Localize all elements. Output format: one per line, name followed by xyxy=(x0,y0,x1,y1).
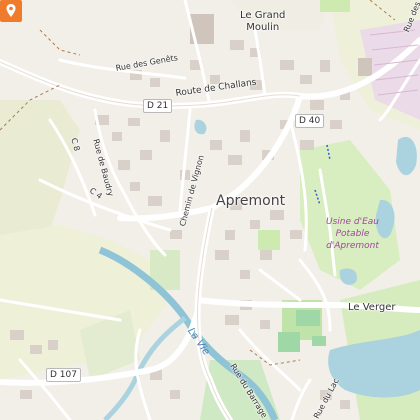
road-number-d21: D 21 xyxy=(143,99,173,113)
town-label-apremont: Apremont xyxy=(216,193,286,209)
road-number-d107: D 107 xyxy=(46,368,81,382)
place-label-usine-eau: Usine d'Eau Potable d'Apremont xyxy=(326,217,379,251)
place-label-le-verger: Le Verger xyxy=(348,302,396,313)
road-number-d40: D 40 xyxy=(295,114,325,128)
map-canvas[interactable]: Le Grand Moulin Apremont Le Verger Usine… xyxy=(0,0,420,420)
place-label-grand-moulin: Le Grand Moulin xyxy=(240,10,286,33)
map-pin-icon[interactable] xyxy=(0,0,22,22)
map-base-layer xyxy=(0,0,420,420)
